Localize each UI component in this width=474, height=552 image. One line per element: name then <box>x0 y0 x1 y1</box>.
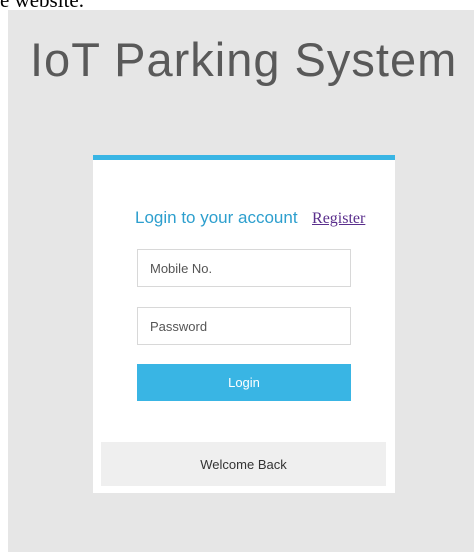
page: e website. IoT Parking System Login to y… <box>0 0 474 552</box>
top-text-fragment: e website. <box>0 0 84 12</box>
app-title: IoT Parking System <box>30 33 458 86</box>
login-button[interactable]: Login <box>137 364 351 401</box>
mobile-number-input[interactable] <box>137 249 351 287</box>
login-card: Login to your account Register Login Wel… <box>93 155 395 493</box>
login-card-header: Login to your account Register <box>135 208 365 228</box>
welcome-back-text: Welcome Back <box>200 456 287 472</box>
login-heading: Login to your account <box>135 208 298 227</box>
welcome-back-bar: Welcome Back <box>101 442 386 486</box>
register-link[interactable]: Register <box>312 210 365 227</box>
password-input[interactable] <box>137 307 351 345</box>
